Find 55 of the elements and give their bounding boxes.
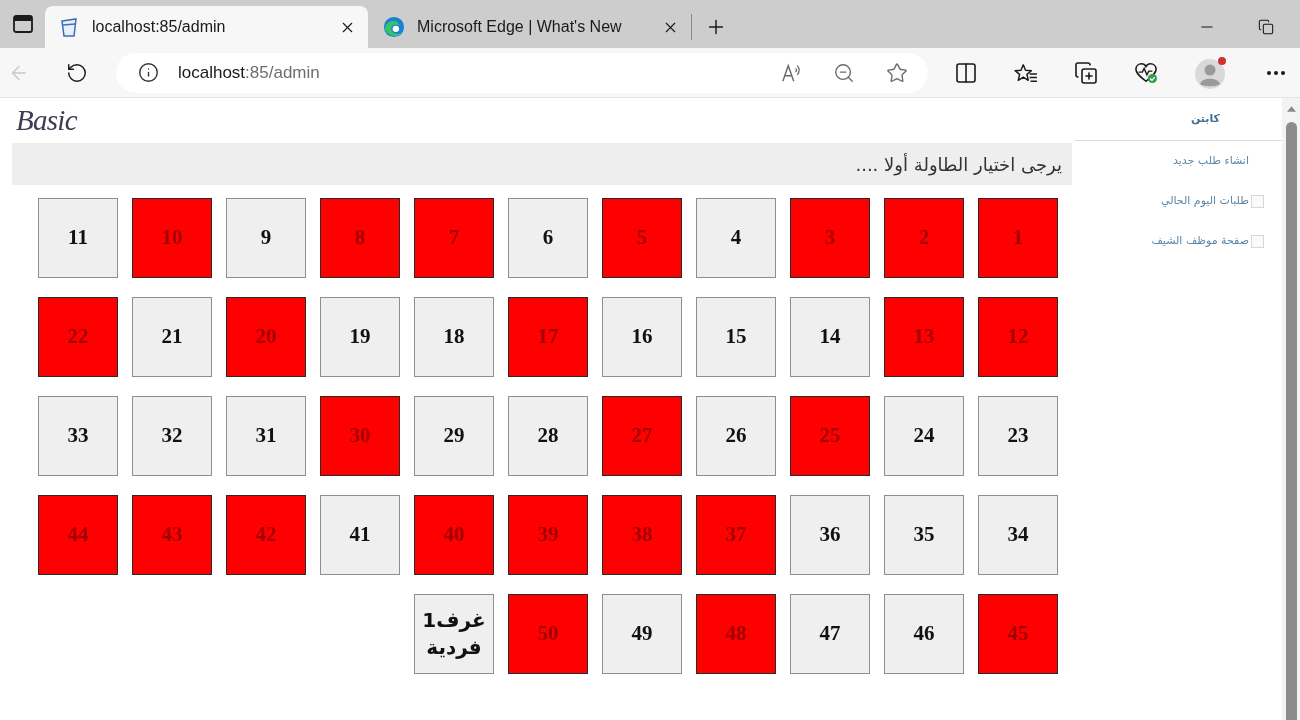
table-button[interactable]: 21 bbox=[132, 297, 212, 377]
table-button[interactable]: 34 bbox=[978, 495, 1058, 575]
logo: Basic bbox=[16, 106, 77, 135]
profile-avatar-icon[interactable] bbox=[1194, 55, 1228, 90]
read-aloud-icon[interactable] bbox=[780, 62, 802, 83]
split-screen-icon[interactable] bbox=[954, 60, 978, 85]
heart-pulse-icon[interactable] bbox=[1134, 61, 1158, 84]
tab-actions-icon[interactable] bbox=[12, 15, 33, 33]
table-button[interactable]: 41 bbox=[320, 495, 400, 575]
room-button[interactable]: غرف1 فردية bbox=[414, 594, 494, 674]
address-bar[interactable]: localhost:85/admin bbox=[116, 52, 928, 93]
table-button[interactable]: 15 bbox=[696, 297, 776, 377]
table-button[interactable]: 28 bbox=[508, 396, 588, 476]
sidebar-link[interactable]: انشاء طلب جديد bbox=[1172, 152, 1249, 170]
browser-tab[interactable]: Microsoft Edge | What's New bbox=[375, 6, 691, 48]
sidebar-title: كابتن bbox=[1190, 110, 1220, 127]
scroll-up-icon[interactable] bbox=[1286, 106, 1296, 112]
refresh-icon[interactable] bbox=[66, 61, 88, 84]
collections-icon[interactable] bbox=[1074, 60, 1098, 85]
restore-icon[interactable] bbox=[1258, 19, 1274, 35]
table-button[interactable]: 35 bbox=[884, 495, 964, 575]
edge-logo-icon bbox=[383, 16, 405, 38]
table-button[interactable]: 4 bbox=[696, 198, 776, 278]
address-text: localhost:85/admin bbox=[178, 61, 320, 84]
browser-tab[interactable]: localhost:85/admin bbox=[45, 6, 368, 48]
table-button[interactable]: 11 bbox=[38, 198, 118, 278]
table-button[interactable]: 36 bbox=[790, 495, 870, 575]
table-button[interactable]: 29 bbox=[414, 396, 494, 476]
table-button[interactable]: 31 bbox=[226, 396, 306, 476]
table-button[interactable]: 33 bbox=[38, 396, 118, 476]
sidebar-link[interactable]: طلبات اليوم الحالي bbox=[1160, 192, 1249, 210]
image-placeholder-icon bbox=[1251, 194, 1264, 208]
scrollbar[interactable] bbox=[1282, 98, 1300, 720]
table-button[interactable]: 14 bbox=[790, 297, 870, 377]
cup-icon bbox=[58, 16, 80, 38]
notice-text: يرجى اختيار الطاولة أولا .... bbox=[855, 152, 1062, 178]
table-button[interactable]: 6 bbox=[508, 198, 588, 278]
zoom-out-icon[interactable] bbox=[833, 61, 855, 84]
table-button[interactable]: 16 bbox=[602, 297, 682, 377]
table-button[interactable]: 18 bbox=[414, 297, 494, 377]
favorites-icon[interactable] bbox=[1014, 62, 1038, 83]
table-button[interactable]: 23 bbox=[978, 396, 1058, 476]
table-button[interactable]: 19 bbox=[320, 297, 400, 377]
table-button[interactable]: 46 bbox=[884, 594, 964, 674]
table-button[interactable]: 49 bbox=[602, 594, 682, 674]
table-button[interactable]: 24 bbox=[884, 396, 964, 476]
table-button[interactable]: 26 bbox=[696, 396, 776, 476]
scrollbar-thumb[interactable] bbox=[1285, 122, 1297, 720]
image-placeholder-icon bbox=[1251, 234, 1264, 248]
sidebar-link[interactable]: صفحة موظف الشيف bbox=[1151, 232, 1249, 250]
star-icon[interactable] bbox=[886, 61, 908, 84]
table-button[interactable]: 32 bbox=[132, 396, 212, 476]
table-button[interactable]: 9 bbox=[226, 198, 306, 278]
table-button[interactable]: 47 bbox=[790, 594, 870, 674]
info-icon[interactable] bbox=[138, 62, 159, 83]
